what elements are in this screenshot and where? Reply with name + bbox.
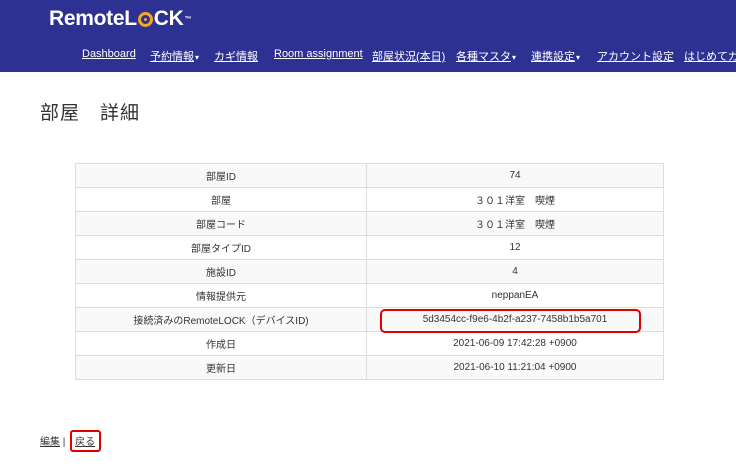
logo-text-l: L xyxy=(124,7,137,30)
nav-integration-settings[interactable]: 連携設定▾ xyxy=(531,48,580,64)
row-key: 更新日 xyxy=(75,355,367,380)
row-key: 部屋ID xyxy=(75,163,367,188)
logo-text-ck: CK xyxy=(153,7,184,30)
nav-account-settings[interactable]: アカウント設定 xyxy=(597,48,674,64)
table-row: 部屋 ３０１洋室 喫煙 xyxy=(75,187,664,212)
nav-masters[interactable]: 各種マスタ▾ xyxy=(456,48,516,64)
row-key: 部屋タイプID xyxy=(75,235,367,260)
back-link-highlight: 戻る xyxy=(70,430,102,452)
row-value: ３０１洋室 喫煙 xyxy=(366,187,664,212)
logo-trademark: ™ xyxy=(184,15,192,23)
nav-getting-started[interactable]: はじめてガー xyxy=(684,48,736,64)
table-row: 部屋タイプID 12 xyxy=(75,235,664,260)
footer-actions: 編集 | 戻る xyxy=(40,430,102,452)
row-value: 12 xyxy=(366,235,664,260)
table-row: 部屋コード ３０１洋室 喫煙 xyxy=(75,211,664,236)
table-row: 更新日 2021-06-10 11:21:04 +0900 xyxy=(75,355,664,380)
row-key: 部屋 xyxy=(75,187,367,212)
row-value: 74 xyxy=(366,163,664,188)
row-key: 施設ID xyxy=(75,259,367,284)
logo-text-remote: Remote xyxy=(49,7,125,30)
page-title: 部屋 詳細 xyxy=(40,103,141,124)
nav-room-status-today[interactable]: 部屋状況(本日) xyxy=(372,48,445,64)
row-value: 4 xyxy=(366,259,664,284)
device-id-highlight xyxy=(380,309,641,333)
table-row: 作成日 2021-06-09 17:42:28 +0900 xyxy=(75,331,664,356)
row-key: 部屋コード xyxy=(75,211,367,236)
main-nav: Dashboard 予約情報▾ カギ情報 Room assignment 部屋状… xyxy=(0,48,736,64)
nav-keys[interactable]: カギ情報 xyxy=(214,48,258,64)
edit-link[interactable]: 編集 xyxy=(40,437,60,448)
nav-room-assignment[interactable]: Room assignment xyxy=(274,48,363,60)
table-row: 施設ID 4 xyxy=(75,259,664,284)
chevron-down-icon: ▾ xyxy=(195,53,200,62)
separator: | xyxy=(60,437,69,448)
row-key: 作成日 xyxy=(75,331,367,356)
chevron-down-icon: ▾ xyxy=(576,53,581,62)
row-key: 情報提供元 xyxy=(75,283,367,308)
room-detail-table: 部屋ID 74 部屋 ３０１洋室 喫煙 部屋コード ３０１洋室 喫煙 部屋タイプID 1… xyxy=(75,163,664,380)
row-value: 2021-06-10 11:21:04 +0900 xyxy=(366,355,664,380)
lock-icon xyxy=(137,11,153,27)
nav-reservations[interactable]: 予約情報▾ xyxy=(150,48,199,64)
table-row: 部屋ID 74 xyxy=(75,163,664,188)
app-header: Remote L CK ™ Dashboard 予約情報▾ カギ情報 Room ass… xyxy=(0,0,736,72)
nav-dashboard[interactable]: Dashboard xyxy=(82,48,136,60)
row-key: 接続済みのRemoteLOCK（デバイスID) xyxy=(75,307,367,332)
back-link[interactable]: 戻る xyxy=(75,437,95,448)
row-value: ３０１洋室 喫煙 xyxy=(366,211,664,236)
table-row: 情報提供元 neppanEA xyxy=(75,283,664,308)
row-value: 2021-06-09 17:42:28 +0900 xyxy=(366,331,664,356)
chevron-down-icon: ▾ xyxy=(512,53,517,62)
remotelock-logo[interactable]: Remote L CK ™ xyxy=(49,7,191,31)
row-value: neppanEA xyxy=(366,283,664,308)
